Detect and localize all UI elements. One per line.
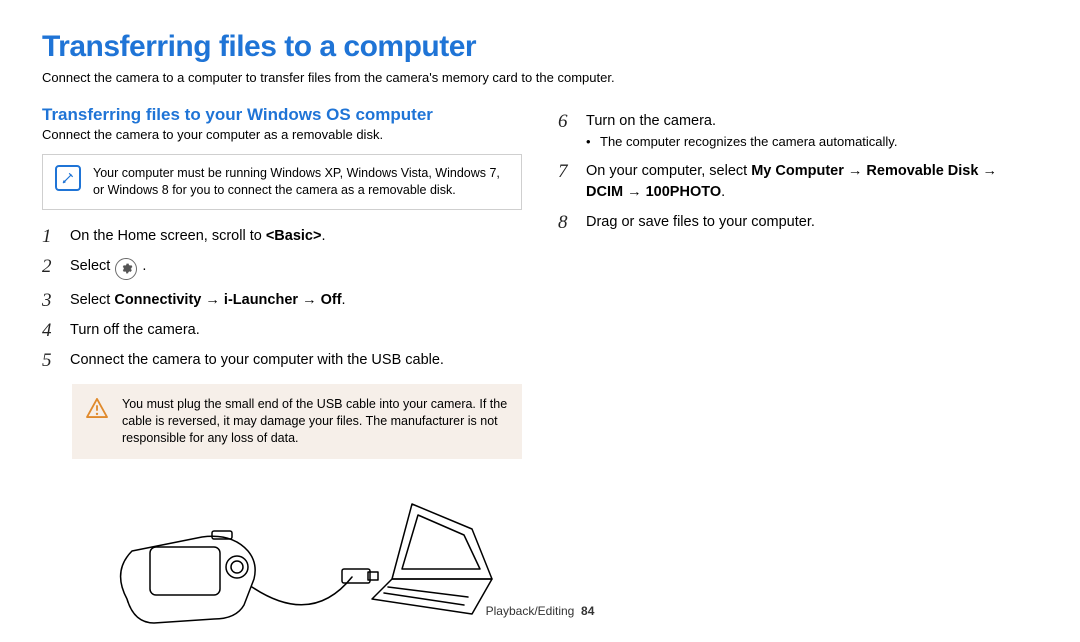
footer-section: Playback/Editing [486, 604, 575, 618]
step-1: On the Home screen, scroll to <Basic>. [42, 226, 522, 246]
step-6-bullet: The computer recognizes the camera autom… [586, 133, 1038, 151]
warning-box: You must plug the small end of the USB c… [72, 384, 522, 459]
step-5: Connect the camera to your computer with… [42, 350, 522, 370]
warning-icon [86, 396, 108, 418]
warning-text: You must plug the small end of the USB c… [122, 396, 508, 447]
step-4: Turn off the camera. [42, 320, 522, 340]
note-box: Your computer must be running Windows XP… [42, 154, 522, 210]
section-subtext: Connect the camera to your computer as a… [42, 127, 522, 142]
steps-right: Turn on the camera. The computer recogni… [558, 111, 1038, 232]
step-3: Select Connectivity → i-Launcher → Off. [42, 290, 522, 310]
page-title: Transferring files to a computer [42, 30, 1038, 64]
left-column: Transferring files to your Windows OS co… [42, 105, 522, 639]
page-footer: Playback/Editing 84 [0, 604, 1080, 618]
intro-text: Connect the camera to a computer to tran… [42, 70, 1038, 85]
step-7: On your computer, select My Computer → R… [558, 161, 1038, 202]
note-icon [55, 165, 81, 191]
step-8: Drag or save files to your computer. [558, 212, 1038, 232]
right-column: Turn on the camera. The computer recogni… [558, 105, 1038, 639]
step-6: Turn on the camera. The computer recogni… [558, 111, 1038, 151]
footer-page-number: 84 [581, 604, 594, 618]
note-text: Your computer must be running Windows XP… [93, 165, 509, 199]
steps-left: On the Home screen, scroll to <Basic>. S… [42, 226, 522, 371]
step-2: Select . [42, 256, 522, 280]
settings-icon [115, 258, 137, 280]
section-heading: Transferring files to your Windows OS co… [42, 105, 522, 125]
